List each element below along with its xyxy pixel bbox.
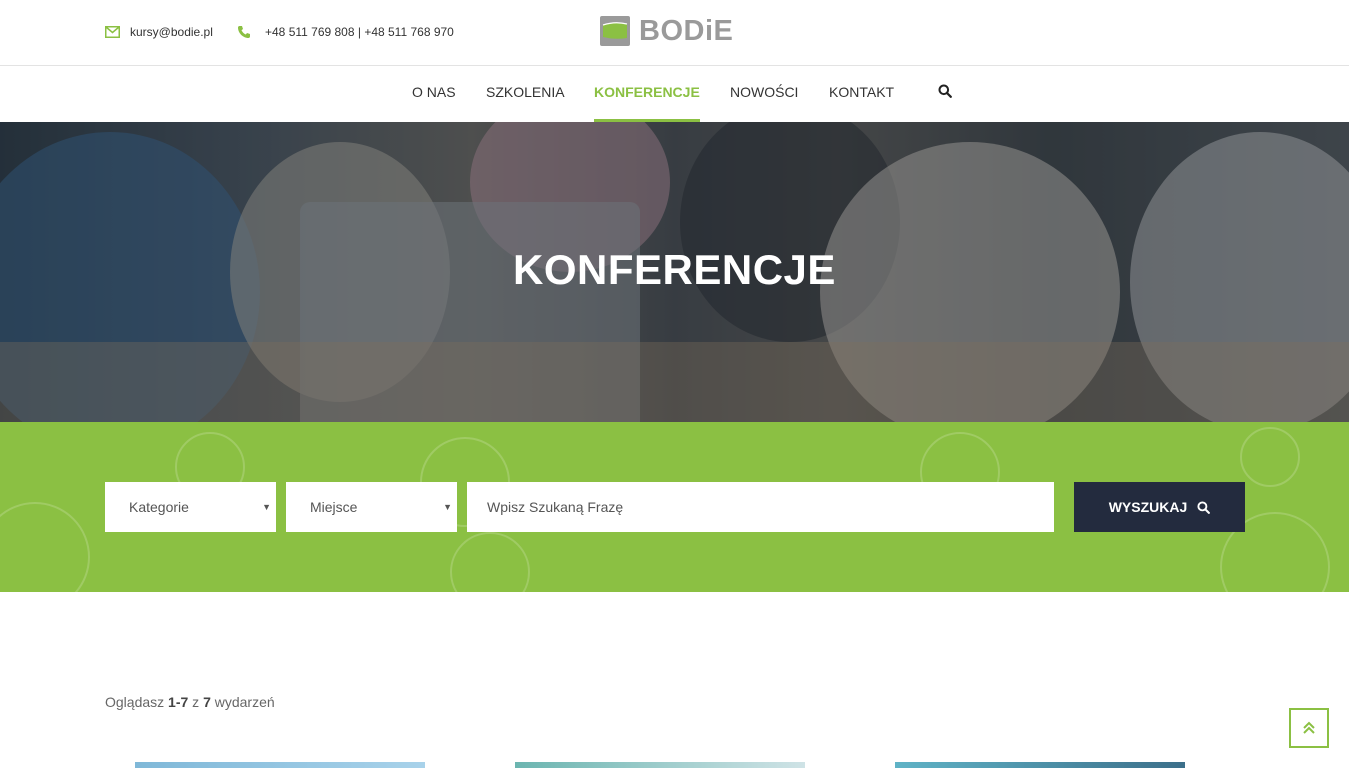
event-card-thumbnail[interactable] xyxy=(135,762,425,768)
contact-phone[interactable]: +48 511 769 808 | +48 511 768 970 xyxy=(237,25,454,39)
doodle-decoration xyxy=(1240,427,1300,487)
email-text[interactable]: kursy@bodie.pl xyxy=(130,25,213,39)
place-select[interactable]: Miejsce ▼ xyxy=(286,482,457,532)
search-icon xyxy=(938,84,952,98)
page-title: KONFERENCJE xyxy=(513,246,836,293)
hero-banner: KONFERENCJE xyxy=(0,122,1349,422)
scroll-to-top-button[interactable] xyxy=(1289,708,1329,748)
search-button-label: WYSZUKAJ xyxy=(1108,499,1188,515)
search-icon xyxy=(1197,500,1211,514)
nav-search-button[interactable] xyxy=(938,84,952,103)
nav-item-kontakt[interactable]: KONTAKT xyxy=(829,84,894,122)
contact-email[interactable]: kursy@bodie.pl xyxy=(105,25,213,39)
results-of: z xyxy=(192,694,200,710)
nav-item-o-nas[interactable]: O NAS xyxy=(412,84,456,122)
results-range: 1-7 xyxy=(168,694,189,710)
category-select-value: Kategorie xyxy=(129,499,189,515)
event-card-thumbnail[interactable] xyxy=(895,762,1185,768)
place-select-value: Miejsce xyxy=(310,499,358,515)
results-total: 7 xyxy=(203,694,211,710)
chevron-down-icon: ▼ xyxy=(443,502,452,512)
envelope-icon xyxy=(105,26,120,38)
double-chevron-up-icon xyxy=(1303,721,1315,734)
nav-item-konferencje[interactable]: KONFERENCJE xyxy=(594,84,700,122)
doodle-decoration xyxy=(450,532,530,592)
logo-mark-icon xyxy=(600,16,630,46)
event-card-thumbnail[interactable] xyxy=(515,762,805,768)
chevron-down-icon: ▼ xyxy=(262,502,271,512)
category-select[interactable]: Kategorie ▼ xyxy=(105,482,276,532)
results-count: Oglądasz 1-7 z 7 wydarzeń xyxy=(105,694,275,710)
results-suffix: wydarzeń xyxy=(214,694,275,710)
doodle-decoration xyxy=(0,502,90,592)
phone-text[interactable]: +48 511 769 808 | +48 511 768 970 xyxy=(265,25,454,39)
logo-text: BODiE xyxy=(639,15,734,47)
search-section: Kategorie ▼ Miejsce ▼ WYSZUKAJ xyxy=(0,422,1349,592)
site-logo[interactable]: BODiE xyxy=(600,15,733,47)
phone-icon xyxy=(238,26,250,38)
results-prefix: Oglądasz xyxy=(105,694,165,710)
main-nav: O NAS SZKOLENIA KONFERENCJE NOWOŚCI KONT… xyxy=(0,67,1349,122)
nav-item-szkolenia[interactable]: SZKOLENIA xyxy=(486,84,565,122)
nav-item-nowosci[interactable]: NOWOŚCI xyxy=(730,84,798,122)
top-bar: kursy@bodie.pl +48 511 769 808 | +48 511… xyxy=(0,0,1349,66)
phrase-search-input[interactable] xyxy=(467,482,1054,532)
search-button[interactable]: WYSZUKAJ xyxy=(1074,482,1245,532)
